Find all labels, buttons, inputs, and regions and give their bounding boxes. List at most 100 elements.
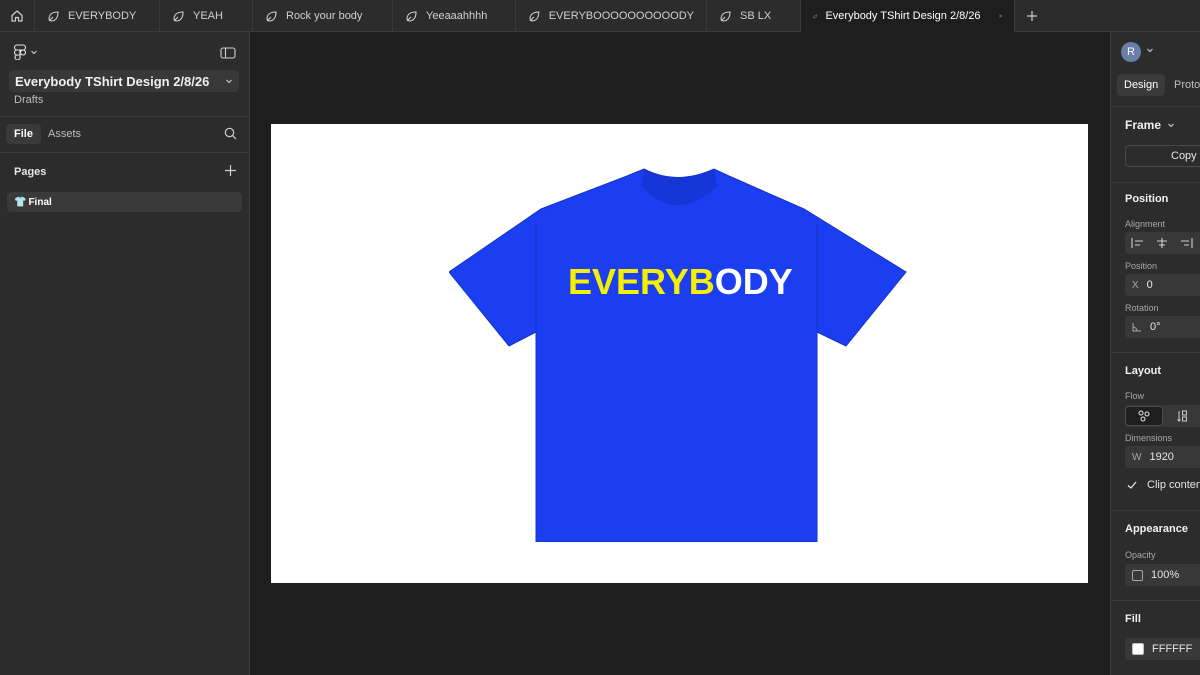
left-panel: Everybody TShirt Design 2/8/26 Drafts Fi… (0, 32, 250, 675)
page-item-final[interactable]: 👕 Final (7, 192, 242, 212)
chevron-down-icon (31, 50, 37, 55)
figma-logo-icon (14, 44, 26, 60)
tshirt-body (449, 168, 907, 542)
file-header: Everybody TShirt Design 2/8/26 Drafts (0, 32, 249, 117)
tshirt-mockup[interactable]: EVERYBODY (449, 164, 909, 542)
tab-yeeaaahhhh[interactable]: Yeeaaahhhh (393, 0, 516, 32)
tab-label: SB LX (740, 10, 772, 22)
divider (1111, 352, 1200, 353)
main-menu-button[interactable] (14, 44, 38, 60)
chevron-down-icon (226, 79, 233, 84)
pages-header: Pages (0, 153, 249, 189)
opacity-icon (1132, 569, 1143, 581)
page-emoji: 👕 (14, 196, 27, 208)
tab-prototype[interactable]: Proto (1167, 74, 1200, 96)
alignment-label: Alignment (1125, 219, 1166, 229)
design-file-icon (529, 11, 540, 21)
design-file-icon (406, 10, 417, 22)
design-file-icon (813, 14, 817, 18)
design-file-icon (48, 10, 59, 22)
clip-content-toggle[interactable]: Clip content (1125, 478, 1200, 492)
design-frame[interactable]: EVERYBODY (271, 124, 1088, 583)
close-icon[interactable] (998, 11, 1002, 21)
print-text-white: ODY (715, 261, 793, 302)
align-center-icon[interactable] (1155, 237, 1169, 249)
tab-label: Yeeaaahhhh (426, 10, 488, 22)
tab-label: YEAH (193, 10, 223, 22)
tab-sb-lx[interactable]: SB LX (707, 0, 801, 32)
freeform-layout-icon (1138, 410, 1150, 422)
sidebar-icon (220, 47, 236, 59)
frame-type-button[interactable]: Frame (1125, 118, 1175, 132)
x-value: 0 (1146, 279, 1153, 291)
chevron-down-icon[interactable] (1146, 46, 1154, 54)
divider (1111, 600, 1200, 601)
flow-free-button[interactable] (1125, 406, 1163, 426)
layout-section-title: Layout (1125, 365, 1162, 377)
fill-value: FFFFFF (1152, 643, 1193, 655)
frame-label: Frame (1125, 118, 1162, 132)
file-title: Everybody TShirt Design 2/8/26 (15, 73, 210, 89)
add-page-button[interactable] (224, 164, 237, 182)
copy-button[interactable]: Copy t (1125, 145, 1200, 167)
flow-label: Flow (1125, 391, 1145, 401)
plus-icon (225, 165, 236, 176)
tab-label: Everybody TShirt Design 2/8/26 (825, 10, 981, 22)
width-input[interactable]: W 1920 (1125, 446, 1200, 468)
flow-controls (1125, 405, 1200, 427)
rotation-value: 0° (1150, 321, 1161, 333)
x-prefix: X (1132, 279, 1139, 291)
page-label: Final (28, 196, 52, 208)
fill-section-title: Fill (1125, 613, 1141, 625)
tab-design[interactable]: Design (1117, 74, 1166, 96)
print-text-yellow: EVERYB (568, 261, 715, 302)
tab-rock-your-body[interactable]: Rock your body (253, 0, 393, 32)
fill-input[interactable]: FFFFFF (1125, 638, 1200, 660)
tab-everybody-tshirt-design[interactable]: Everybody TShirt Design 2/8/26 (801, 0, 1015, 32)
tab-everybooooody[interactable]: EVERYBOOOOOOOOOODY (516, 0, 707, 32)
opacity-label: Opacity (1125, 550, 1156, 560)
tab-label: Rock your body (286, 10, 363, 22)
vertical-layout-icon (1177, 410, 1187, 422)
opacity-value: 100% (1151, 569, 1180, 581)
left-panel-tabs: File Assets (0, 117, 249, 153)
tab-assets[interactable]: Assets (40, 124, 89, 144)
chevron-down-icon (1168, 123, 1174, 128)
align-right-icon[interactable] (1179, 237, 1193, 249)
home-tab[interactable] (0, 0, 35, 32)
rotation-label: Rotation (1125, 303, 1159, 313)
plus-icon (1027, 11, 1037, 21)
file-title-button[interactable]: Everybody TShirt Design 2/8/26 (9, 70, 240, 92)
sidebar-toggle-button[interactable] (220, 46, 236, 64)
w-value: 1920 (1149, 451, 1174, 463)
divider (1111, 106, 1200, 107)
position-label: Position (1125, 261, 1158, 271)
search-icon (224, 127, 237, 140)
rotation-input[interactable]: 0° (1125, 316, 1200, 338)
pages-label: Pages (14, 166, 47, 178)
tab-label: EVERYBODY (68, 10, 137, 22)
divider (1111, 182, 1200, 183)
align-left-icon[interactable] (1131, 237, 1145, 249)
checkbox[interactable] (1125, 478, 1139, 492)
alignment-controls (1125, 232, 1200, 254)
appearance-section-title: Appearance (1125, 523, 1188, 535)
canvas[interactable]: EVERYBODY (250, 32, 1110, 675)
w-prefix: W (1132, 451, 1142, 463)
new-tab-button[interactable] (1015, 0, 1049, 32)
flow-vertical-button[interactable] (1163, 406, 1200, 426)
x-position-input[interactable]: X 0 (1125, 274, 1200, 296)
tab-yeah[interactable]: YEAH (160, 0, 253, 32)
avatar[interactable]: R (1121, 42, 1141, 62)
search-button[interactable] (224, 127, 237, 145)
tab-file[interactable]: File (6, 124, 41, 144)
fill-swatch[interactable] (1132, 643, 1144, 655)
dimensions-label: Dimensions (1125, 433, 1173, 443)
file-location[interactable]: Drafts (14, 94, 43, 106)
position-section-title: Position (1125, 193, 1169, 205)
tab-bar: EVERYBODY YEAH Rock your body Yeeaaahhhh… (0, 0, 1200, 32)
opacity-input[interactable]: 100% (1125, 564, 1200, 586)
home-icon (11, 10, 23, 22)
tab-everybody[interactable]: EVERYBODY (35, 0, 160, 32)
clip-content-label: Clip content (1147, 479, 1200, 491)
